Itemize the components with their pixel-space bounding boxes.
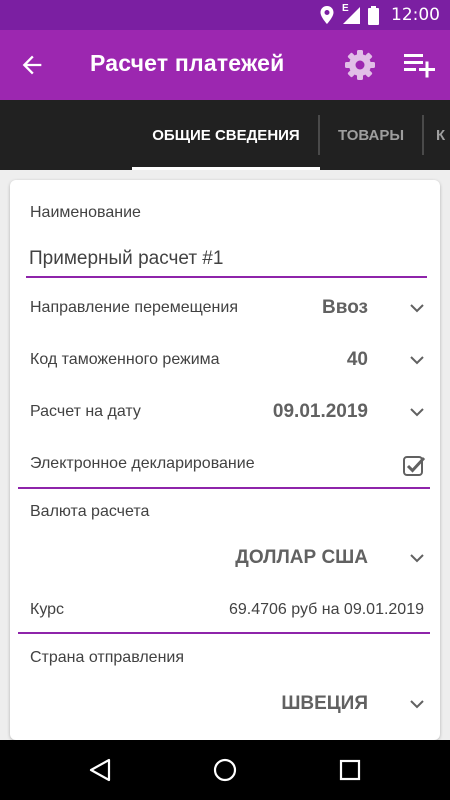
page-title: Расчет платежей bbox=[90, 50, 285, 76]
back-triangle-icon[interactable] bbox=[87, 757, 113, 783]
rate-value: 69.4706 руб на 09.01.2019 bbox=[228, 601, 424, 618]
navigation-bar bbox=[0, 740, 450, 800]
chevron-down-icon bbox=[410, 356, 424, 365]
direction-value: Ввоз bbox=[322, 297, 368, 318]
currency-value: ДОЛЛАР США bbox=[235, 547, 368, 568]
tab-label: ОБЩИЕ СВЕДЕНИЯ bbox=[152, 126, 300, 144]
currency-select[interactable]: ДОЛЛАР США bbox=[10, 536, 440, 582]
currency-label: Валюта расчета bbox=[30, 503, 150, 520]
date-select[interactable]: Расчет на дату 09.01.2019 bbox=[10, 390, 440, 436]
home-circle-icon[interactable] bbox=[212, 757, 238, 783]
chevron-down-icon bbox=[410, 304, 424, 313]
customs-code-label: Код таможенного режима bbox=[30, 351, 220, 368]
tab-bar: ОБЩИЕ СВЕДЕНИЯ ТОВАРЫ К bbox=[0, 100, 450, 170]
status-bar: E 12:00 bbox=[0, 0, 450, 30]
add-item-button[interactable] bbox=[403, 50, 437, 80]
rate-label: Курс bbox=[30, 601, 65, 618]
status-time: 12:00 bbox=[391, 5, 440, 25]
tab-label: К bbox=[436, 126, 446, 144]
electronic-declaration-label: Электронное декларирование bbox=[30, 455, 255, 472]
general-info-card: Наименование Направление перемещения Вво… bbox=[10, 180, 440, 740]
tab-goods[interactable]: ТОВАРЫ bbox=[320, 100, 422, 170]
direction-select[interactable]: Направление перемещения Ввоз bbox=[10, 286, 440, 332]
arrow-back-icon bbox=[22, 55, 42, 75]
date-value: 09.01.2019 bbox=[272, 401, 368, 422]
country-label: Страна отправления bbox=[30, 649, 184, 666]
battery-icon bbox=[368, 5, 379, 25]
settings-icon bbox=[345, 50, 375, 80]
name-label: Наименование bbox=[30, 204, 141, 221]
status-icons: E 12:00 bbox=[320, 0, 440, 30]
back-button[interactable] bbox=[18, 51, 46, 79]
country-select[interactable]: ШВЕЦИЯ bbox=[10, 682, 440, 728]
tab-label: ТОВАРЫ bbox=[337, 126, 405, 144]
section-divider bbox=[18, 632, 430, 634]
electronic-declaration-row: Электронное декларирование bbox=[10, 442, 440, 488]
content-area: Наименование Направление перемещения Вво… bbox=[0, 170, 450, 740]
chevron-down-icon bbox=[410, 554, 424, 563]
signal-icon: E bbox=[342, 3, 360, 24]
direction-label: Направление перемещения bbox=[30, 299, 238, 316]
recents-square-icon[interactable] bbox=[337, 757, 363, 783]
tab-general-info[interactable]: ОБЩИЕ СВЕДЕНИЯ bbox=[132, 100, 320, 170]
name-input[interactable] bbox=[26, 242, 427, 278]
rate-row: Курс 69.4706 руб на 09.01.2019 bbox=[10, 588, 440, 634]
location-icon bbox=[320, 6, 334, 24]
chevron-down-icon bbox=[410, 700, 424, 709]
checkbox-checked-icon[interactable] bbox=[402, 454, 426, 478]
customs-code-select[interactable]: Код таможенного режима 40 bbox=[10, 338, 440, 384]
tab-third[interactable]: К bbox=[422, 100, 450, 170]
chevron-down-icon bbox=[410, 408, 424, 417]
section-divider bbox=[18, 487, 430, 489]
date-label: Расчет на дату bbox=[30, 403, 141, 420]
playlist-add-icon bbox=[404, 54, 435, 78]
customs-code-value: 40 bbox=[346, 349, 368, 370]
app-bar: Расчет платежей bbox=[0, 30, 450, 100]
country-value: ШВЕЦИЯ bbox=[281, 693, 368, 714]
settings-button[interactable] bbox=[344, 49, 376, 81]
